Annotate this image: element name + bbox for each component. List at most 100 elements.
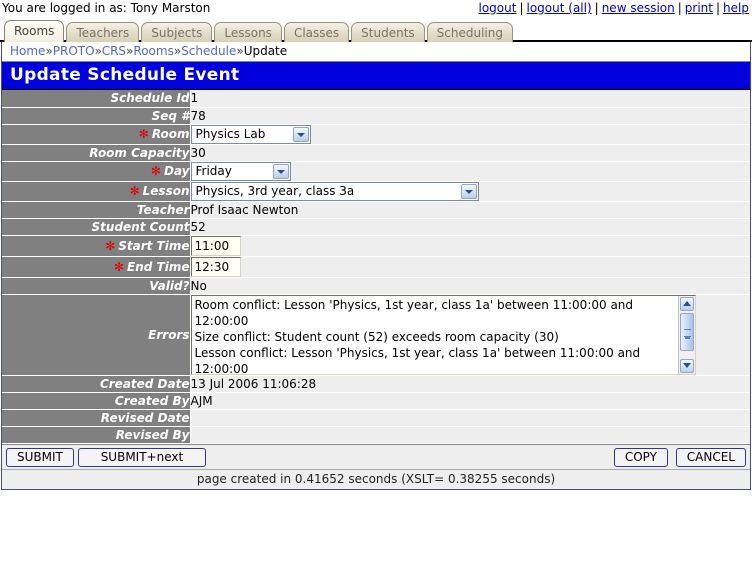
value-day: Friday: [190, 161, 750, 181]
label-text: Lesson: [143, 184, 190, 198]
scroll-up-arrow-icon[interactable]: [680, 297, 694, 311]
tab-label: Scheduling: [437, 26, 503, 40]
label-room-capacity: Room Capacity: [2, 144, 190, 161]
copy-button[interactable]: COPY: [614, 448, 668, 467]
top-links: logout|logout (all)|new session|print|he…: [479, 1, 750, 16]
label-lesson: ✻Lesson: [2, 181, 190, 201]
form-row-student-count: Student Count 52: [2, 218, 750, 235]
tab-scheduling[interactable]: Scheduling: [427, 22, 513, 42]
form-row-valid: Valid? No: [2, 277, 750, 294]
value-end-time: 12:30: [190, 256, 750, 277]
value-lesson: Physics, 3rd year, class 3a: [190, 181, 750, 201]
top-status-bar: You are logged in as: Tony Marston logou…: [0, 0, 752, 17]
help-link[interactable]: help: [723, 1, 749, 15]
day-select[interactable]: Friday: [191, 162, 291, 181]
label-seq: Seq #: [2, 107, 190, 124]
new-session-link[interactable]: new session: [602, 1, 675, 15]
label-valid: Valid?: [2, 277, 190, 294]
schedule-event-form: Schedule Id 1 Seq # 78 ✻Room Physics Lab…: [2, 90, 750, 444]
tab-rooms[interactable]: Rooms: [4, 20, 64, 42]
breadcrumb-item-home[interactable]: Home: [10, 44, 45, 58]
breadcrumb-item-update: Update: [244, 44, 287, 58]
logged-in-text: You are logged in as: Tony Marston: [2, 1, 210, 15]
start-time-input[interactable]: 11:00: [191, 236, 241, 256]
label-student-count: Student Count: [2, 218, 190, 235]
label-room: ✻Room: [2, 124, 190, 144]
page-footer: page created in 0.41652 seconds (XSLT= 0…: [2, 469, 750, 489]
label-teacher: Teacher: [2, 201, 190, 218]
label-errors: Errors: [2, 294, 190, 375]
form-row-errors: Errors Room conflict: Lesson 'Physics, 1…: [2, 294, 750, 375]
value-start-time: 11:00: [190, 235, 750, 256]
room-select-value: Physics Lab: [196, 127, 266, 141]
tab-classes[interactable]: Classes: [284, 22, 349, 42]
room-select[interactable]: Physics Lab: [191, 125, 311, 144]
required-asterisk-icon: ✻: [114, 260, 124, 274]
form-button-bar: SUBMIT SUBMIT+next COPY CANCEL: [2, 444, 750, 469]
form-row-room-capacity: Room Capacity 30: [2, 144, 750, 161]
label-day: ✻Day: [2, 161, 190, 181]
logout-all-link[interactable]: logout (all): [527, 1, 592, 15]
tab-subjects[interactable]: Subjects: [141, 22, 212, 42]
errors-scrollbar[interactable]: [678, 296, 695, 374]
value-valid: No: [190, 277, 750, 294]
link-separator: |: [592, 1, 602, 15]
required-asterisk-icon: ✻: [130, 184, 140, 198]
day-select-value: Friday: [196, 164, 232, 178]
tab-label: Teachers: [76, 26, 129, 40]
value-seq: 78: [190, 107, 750, 124]
tab-students[interactable]: Students: [351, 22, 425, 42]
breadcrumb-item-crs[interactable]: CRS: [102, 44, 126, 58]
errors-text: Room conflict: Lesson 'Physics, 1st year…: [192, 296, 678, 375]
form-row-created-date: Created Date 13 Jul 2006 11:06:28: [2, 375, 750, 392]
form-row-room: ✻Room Physics Lab: [2, 124, 750, 144]
label-start-time: ✻Start Time: [2, 235, 190, 256]
form-row-revised-by: Revised By: [2, 426, 750, 443]
form-row-teacher: Teacher Prof Isaac Newton: [2, 201, 750, 218]
tab-teachers[interactable]: Teachers: [66, 22, 139, 42]
scrollbar-thumb[interactable]: [680, 313, 694, 351]
link-separator: |: [516, 1, 526, 15]
logout-link[interactable]: logout: [479, 1, 517, 15]
scroll-down-arrow-icon[interactable]: [680, 359, 694, 373]
label-text: Start Time: [118, 239, 189, 253]
value-revised-date: [190, 409, 750, 426]
end-time-input[interactable]: 12:30: [191, 257, 241, 277]
breadcrumb-item-proto[interactable]: PROTO: [53, 44, 95, 58]
lesson-select[interactable]: Physics, 3rd year, class 3a: [191, 182, 479, 201]
chevron-down-icon[interactable]: [293, 127, 309, 142]
page-title: Update Schedule Event: [2, 62, 750, 90]
chevron-down-icon[interactable]: [273, 164, 289, 179]
cancel-button[interactable]: CANCEL: [676, 448, 746, 467]
label-text: End Time: [127, 260, 189, 274]
tab-label: Lessons: [224, 26, 272, 40]
required-asterisk-icon: ✻: [151, 164, 161, 178]
right-button-group: COPY CANCEL: [610, 448, 746, 467]
breadcrumb: Home»PROTO»CRS»Rooms»Schedule»Update: [2, 42, 750, 62]
print-link[interactable]: print: [685, 1, 713, 15]
submit-button[interactable]: SUBMIT: [6, 448, 74, 467]
label-text: Room: [152, 127, 190, 141]
breadcrumb-item-schedule[interactable]: Schedule: [181, 44, 236, 58]
chevron-down-icon[interactable]: [461, 184, 477, 199]
link-separator: |: [713, 1, 723, 15]
label-revised-date: Revised Date: [2, 409, 190, 426]
label-created-date: Created Date: [2, 375, 190, 392]
value-student-count: 52: [190, 218, 750, 235]
form-row-lesson: ✻Lesson Physics, 3rd year, class 3a: [2, 181, 750, 201]
tab-label: Rooms: [14, 24, 54, 38]
tab-label: Students: [361, 26, 415, 40]
value-created-by: AJM: [190, 392, 750, 409]
required-asterisk-icon: ✻: [139, 127, 149, 141]
tab-lessons[interactable]: Lessons: [214, 22, 282, 42]
value-room-capacity: 30: [190, 144, 750, 161]
submit-next-button[interactable]: SUBMIT+next: [78, 448, 207, 467]
form-row-revised-date: Revised Date: [2, 409, 750, 426]
tab-label: Classes: [294, 26, 339, 40]
label-schedule-id: Schedule Id: [2, 90, 190, 107]
form-row-start-time: ✻Start Time 11:00: [2, 235, 750, 256]
main-tab-strip: Rooms Teachers Subjects Lessons Classes Stude…: [0, 17, 752, 42]
errors-textarea[interactable]: Room conflict: Lesson 'Physics, 1st year…: [191, 295, 696, 375]
form-row-schedule-id: Schedule Id 1: [2, 90, 750, 107]
breadcrumb-item-rooms[interactable]: Rooms: [133, 44, 173, 58]
